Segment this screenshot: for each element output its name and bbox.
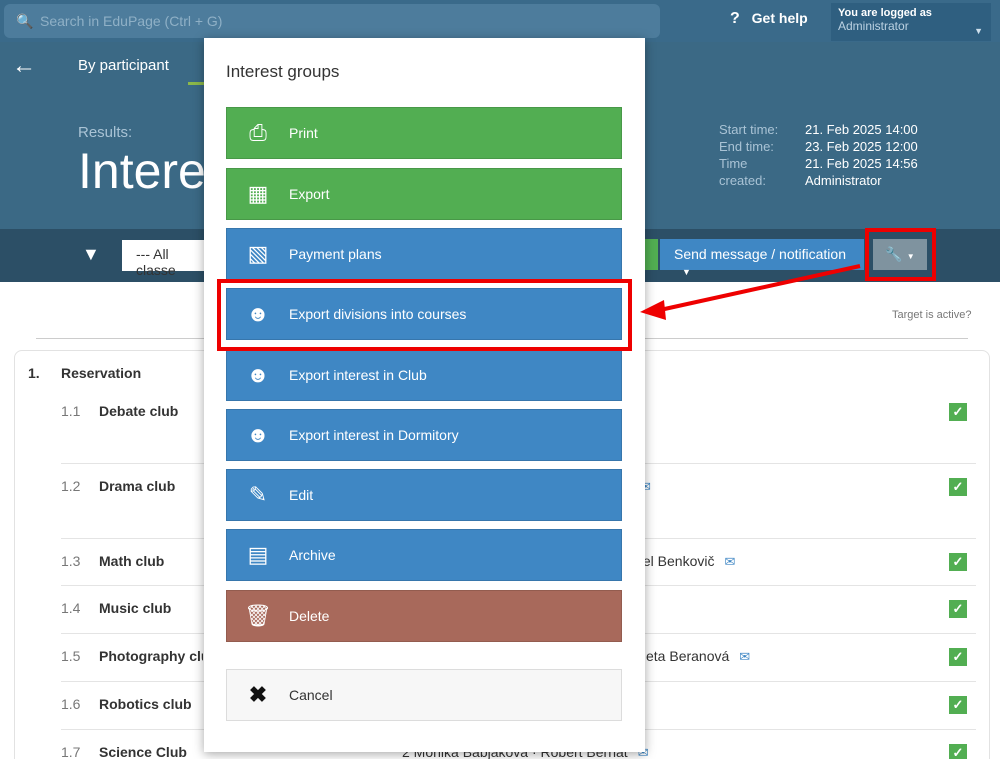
- annotation-arrow: [640, 264, 861, 320]
- arrow-line: [659, 264, 861, 312]
- arrow-head: [640, 300, 666, 320]
